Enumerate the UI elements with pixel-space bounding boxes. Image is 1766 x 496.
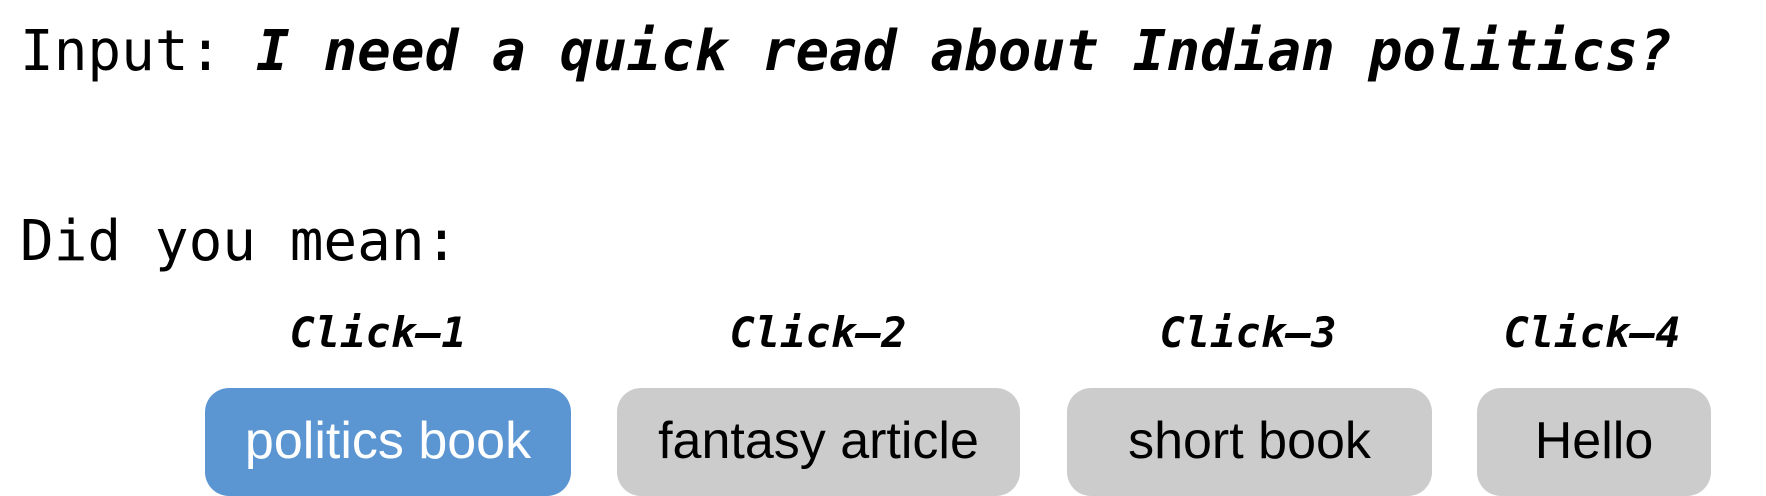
suggestion-button-hello[interactable]: Hello bbox=[1477, 388, 1711, 496]
click-label-2: Click–2 bbox=[729, 308, 907, 357]
suggestion-label: Hello bbox=[1534, 412, 1654, 470]
click-label-3: Click–3 bbox=[1159, 308, 1337, 357]
input-label: Input: bbox=[20, 19, 223, 84]
suggestion-button-fantasy-article[interactable]: fantasy article bbox=[617, 388, 1020, 496]
suggestion-label: short book bbox=[1128, 412, 1371, 470]
input-query: I need a quick read about Indian politic… bbox=[256, 19, 1673, 84]
suggestion-button-politics-book[interactable]: politics book bbox=[205, 388, 571, 496]
did-you-mean-prompt: Did you mean: bbox=[20, 209, 459, 274]
suggestion-label: fantasy article bbox=[658, 412, 979, 470]
input-line: Input: I need a quick read about Indian … bbox=[20, 18, 1672, 86]
suggestion-button-short-book[interactable]: short book bbox=[1067, 388, 1432, 496]
suggestion-label: politics book bbox=[244, 412, 532, 470]
click-label-1: Click–1 bbox=[289, 308, 467, 357]
click-label-4: Click–4 bbox=[1503, 308, 1681, 357]
